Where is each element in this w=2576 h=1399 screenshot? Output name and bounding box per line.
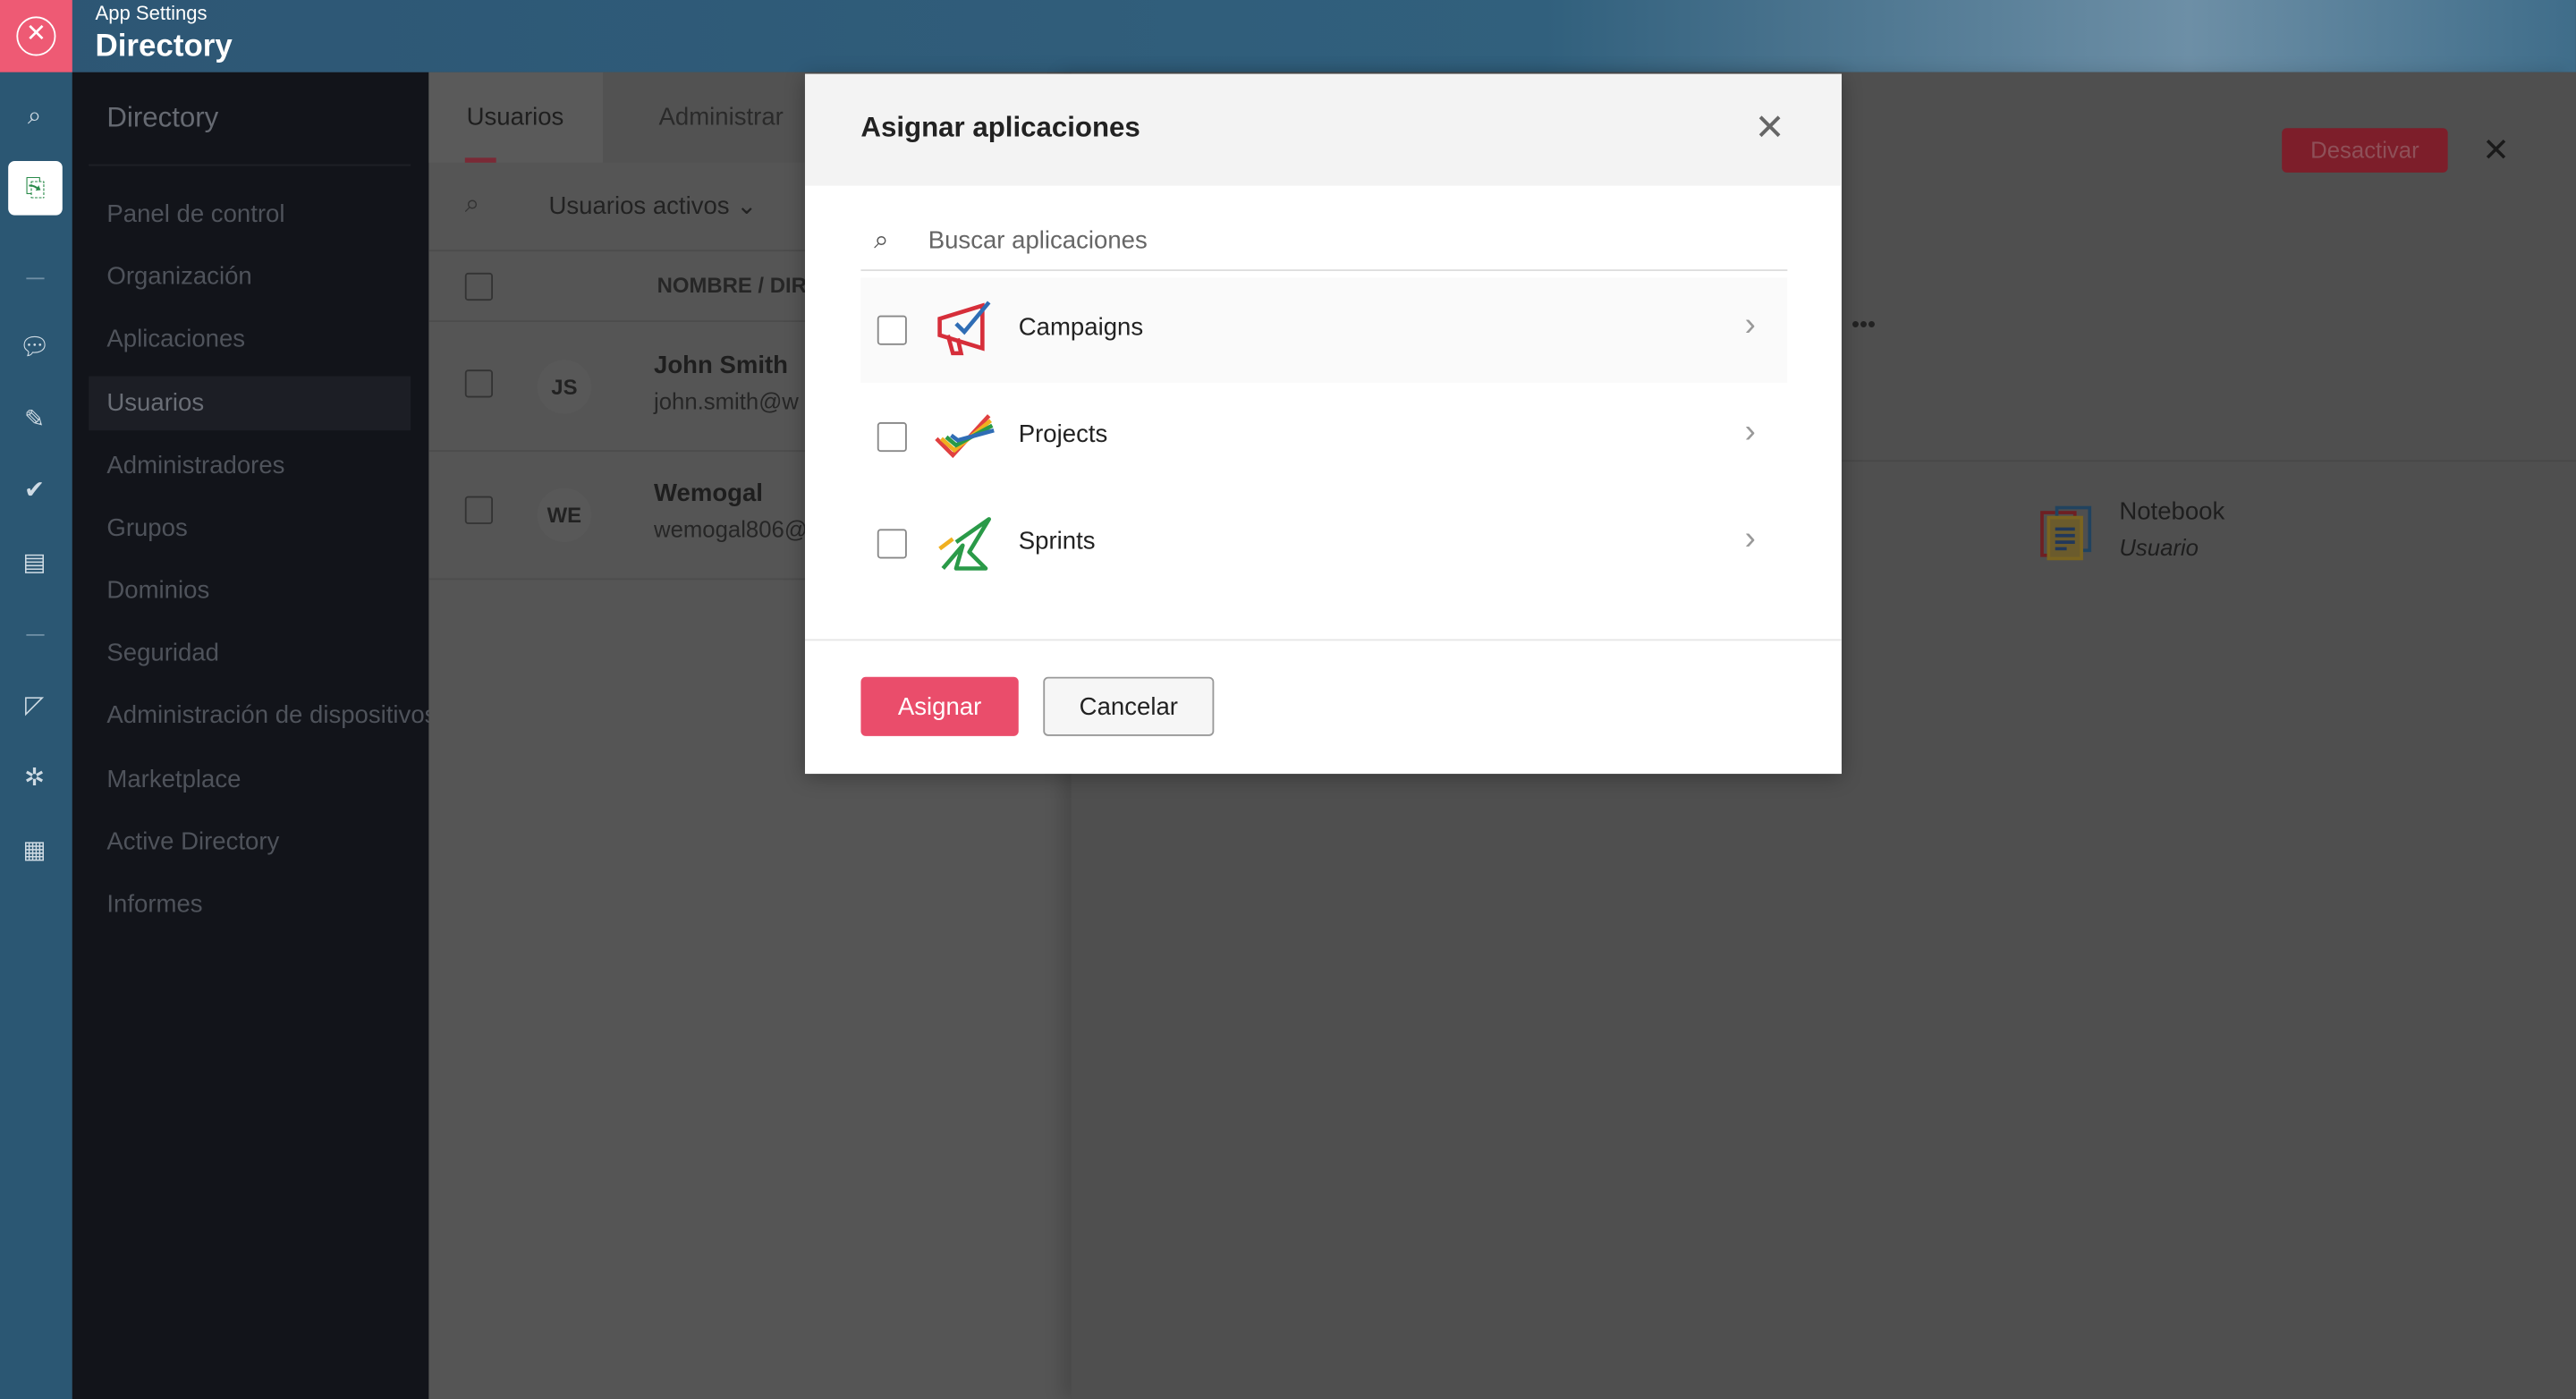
app-label: Projects: [1018, 420, 1108, 449]
search-icon[interactable]: ⌕: [465, 191, 479, 220]
sidebar-item-usuarios[interactable]: Usuarios: [89, 376, 411, 431]
cancel-button[interactable]: Cancelar: [1043, 676, 1215, 736]
chat-icon[interactable]: 💬︎: [16, 330, 52, 366]
sprints-icon[interactable]: ✎: [16, 403, 52, 438]
user-email: wemogal806@: [654, 515, 808, 543]
sidebar-item-aplicaciones[interactable]: Aplicaciones: [89, 312, 411, 367]
row-checkbox[interactable]: [464, 496, 494, 524]
app-search-input[interactable]: [928, 226, 1750, 255]
chevron-right-icon[interactable]: ›: [1745, 414, 1756, 452]
assign-apps-dialog: Asignar aplicaciones ✕ ⌕ Campaigns › Pro…: [804, 73, 1842, 775]
sidebar-item-seguridad[interactable]: Seguridad: [89, 626, 411, 681]
notebook-icon[interactable]: ▦: [16, 833, 52, 869]
dialog-header: Asignar aplicaciones ✕: [804, 73, 1842, 186]
user-name: John Smith: [654, 352, 789, 380]
app-item-projects[interactable]: Projects ›: [860, 385, 1787, 490]
settings-icon[interactable]: ✲: [16, 760, 52, 796]
avatar: JS: [537, 360, 592, 414]
sidebar-item-dominios[interactable]: Dominios: [89, 564, 411, 618]
app-checkbox[interactable]: [877, 422, 907, 453]
divider: [26, 633, 45, 636]
avatar: WE: [537, 488, 592, 543]
app-item-sprints[interactable]: Sprints ›: [860, 491, 1787, 597]
sidebar-item-panel[interactable]: Panel de control: [89, 187, 411, 242]
directory-icon[interactable]: ⎘: [8, 160, 63, 216]
close-icon[interactable]: ✕: [1755, 106, 1785, 149]
top-bar: ✕ App Settings Directory: [0, 0, 2576, 72]
app-role: Usuario: [2119, 533, 2199, 561]
search-icon[interactable]: ⌕: [16, 98, 52, 134]
close-icon: ✕: [16, 16, 56, 56]
sidebar-title: Directory: [106, 101, 219, 133]
campaigns-icon[interactable]: ◸: [16, 689, 52, 725]
app-rail: ⌕ ⎘ 💬︎ ✎ ✔ ▤ ◸ ✲ ▦: [0, 72, 72, 1399]
sidebar-item-dispositivos[interactable]: Administración de dispositivos: [89, 689, 436, 743]
notebook-icon: [2040, 505, 2092, 561]
dialog-title: Asignar aplicaciones: [860, 111, 1140, 143]
divider: [26, 277, 45, 280]
projects-icon[interactable]: ✔: [16, 473, 52, 509]
app-title: Directory: [95, 30, 233, 64]
chevron-down-icon: ⌄: [736, 191, 758, 221]
app-checkbox[interactable]: [877, 529, 907, 559]
select-all-checkbox[interactable]: [464, 272, 494, 301]
tab-usuarios[interactable]: Usuarios: [467, 104, 564, 131]
sidebar-item-marketplace[interactable]: Marketplace: [89, 752, 411, 807]
filter-label: Usuarios activos: [548, 191, 730, 221]
chevron-right-icon[interactable]: ›: [1745, 307, 1756, 344]
sidebar: Directory Panel de control Organización …: [72, 72, 436, 1399]
sidebar-item-administradores[interactable]: Administradores: [89, 438, 411, 493]
sidebar-item-informes[interactable]: Informes: [89, 878, 411, 932]
deactivate-button[interactable]: Desactivar: [2282, 128, 2448, 173]
row-checkbox[interactable]: [464, 369, 494, 398]
app-label: Campaigns: [1018, 313, 1144, 343]
analytics-icon[interactable]: ▤: [16, 546, 52, 581]
user-filter-dropdown[interactable]: Usuarios activos ⌄: [548, 191, 757, 220]
projects-icon: [935, 414, 995, 459]
divider: [89, 164, 411, 166]
sprints-icon: [938, 517, 991, 571]
app-label: Sprints: [1018, 527, 1096, 555]
search-icon: ⌕: [874, 226, 889, 255]
sidebar-item-organizacion[interactable]: Organización: [89, 250, 411, 304]
assign-button[interactable]: Asignar: [860, 676, 1019, 736]
divider: [804, 639, 1842, 641]
app-subtitle: App Settings: [95, 1, 208, 25]
sidebar-item-grupos[interactable]: Grupos: [89, 501, 411, 555]
app-search: ⌕: [860, 218, 1788, 272]
close-panel-icon[interactable]: ✕: [2482, 130, 2510, 171]
more-options-icon[interactable]: •••: [1852, 310, 1876, 336]
user-name: Wemogal: [654, 479, 763, 508]
close-app-button[interactable]: ✕: [0, 0, 72, 72]
app-item-campaigns[interactable]: Campaigns ›: [860, 277, 1788, 383]
app-checkbox[interactable]: [877, 315, 907, 345]
sidebar-item-active-directory[interactable]: Active Directory: [89, 815, 411, 869]
chevron-right-icon[interactable]: ›: [1745, 521, 1756, 558]
user-email: john.smith@w: [654, 387, 799, 414]
app-name: Notebook: [2119, 497, 2225, 526]
campaigns-icon: [937, 301, 991, 356]
